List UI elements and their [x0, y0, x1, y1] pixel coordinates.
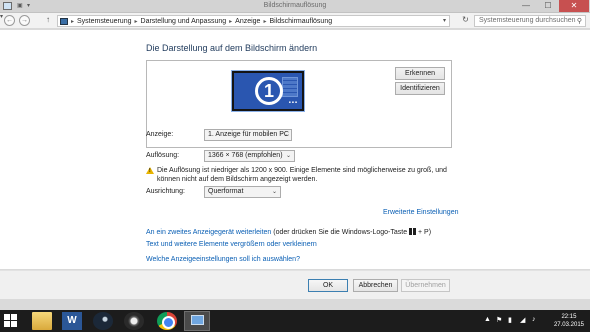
- orientation-label: Ausrichtung:: [146, 188, 185, 195]
- monitor-1-tile[interactable]: 1 ▪▪▪: [231, 70, 305, 112]
- breadcrumb-separator[interactable]: ▸: [229, 18, 232, 25]
- action-center-flag-icon[interactable]: ⚑: [496, 316, 502, 324]
- start-button-windows-icon[interactable]: [4, 314, 18, 328]
- word-icon[interactable]: W: [62, 312, 82, 330]
- dialog-footer: OK Abbrechen Übernehmen: [0, 271, 590, 299]
- monitor-dots: ▪▪▪: [288, 100, 298, 106]
- project-hint-shortcut: + P): [418, 229, 432, 236]
- window-title: Bildschirmauflösung: [263, 2, 327, 9]
- file-explorer-icon[interactable]: [32, 312, 52, 330]
- chevron-down-icon: ⌄: [285, 153, 291, 159]
- clock-time: 22:15: [561, 314, 577, 320]
- breadcrumb-item[interactable]: Systemsteuerung: [77, 18, 131, 25]
- monitor-number: 1: [255, 77, 283, 105]
- windows-logo-icon: [409, 228, 417, 235]
- refresh-icon[interactable]: ↻: [460, 15, 471, 27]
- chevron-down-icon: ⌄: [271, 189, 277, 195]
- identify-button[interactable]: Identifizieren: [395, 82, 445, 95]
- minimize-button[interactable]: —: [515, 0, 537, 12]
- wifi-icon[interactable]: ◢: [520, 316, 525, 324]
- breadcrumb-item[interactable]: Bildschirmauflösung: [269, 18, 332, 25]
- recent-pages-chevron-icon[interactable]: ▾: [0, 14, 3, 20]
- chevron-down-icon: ⌄: [282, 132, 288, 138]
- resolution-select[interactable]: 1366 × 768 (empfohlen) ⌄: [204, 150, 295, 162]
- close-button[interactable]: ✕: [559, 0, 589, 12]
- display-label: Anzeige:: [146, 131, 174, 138]
- chrome-icon[interactable]: [157, 312, 177, 330]
- resolution-label: Auflösung:: [146, 152, 180, 159]
- page-title: Die Darstellung auf dem Bildschirm änder…: [146, 43, 318, 53]
- taskbar: W ▲ ⚑ ▮ ◢ ♪ 22:15 27.03.2015: [0, 310, 590, 332]
- resolution-select-value: 1366 × 768 (empfohlen): [208, 152, 283, 159]
- breadcrumb-separator[interactable]: ▸: [135, 18, 138, 25]
- control-panel-task-icon[interactable]: [184, 311, 210, 331]
- breadcrumb-item[interactable]: Anzeige: [235, 18, 260, 25]
- orientation-select-value: Querformat: [208, 188, 244, 195]
- search-placeholder: Systemsteuerung durchsuchen: [479, 17, 576, 24]
- project-hint: (oder drücken Sie die Windows-Logo-Taste: [273, 229, 408, 236]
- address-bar: ← → ▾ ↑ ▸ Systemsteuerung ▸ Darstellung …: [0, 13, 590, 29]
- detect-button[interactable]: Erkennen: [395, 67, 445, 80]
- resolution-warning: Die Auflösung ist niedriger als 1200 x 9…: [157, 167, 447, 183]
- steam-icon[interactable]: [93, 312, 113, 330]
- warning-icon: !: [146, 167, 154, 174]
- display-preview: 1 ▪▪▪ Erkennen Identifizieren: [146, 60, 452, 148]
- forward-button[interactable]: →: [19, 15, 30, 26]
- display-select[interactable]: 1. Anzeige für mobilen PC ⌄: [204, 129, 292, 141]
- up-button[interactable]: ↑: [46, 15, 50, 24]
- battery-icon[interactable]: ▮: [508, 316, 512, 324]
- search-icon[interactable]: ⚲: [577, 17, 582, 25]
- display-settings-help-link[interactable]: Welche Anzeigeeinstellungen soll ich aus…: [146, 256, 300, 263]
- project-second-display-row: An ein zweites Anzeigegerät weiterleiten…: [146, 228, 431, 236]
- advanced-settings-link[interactable]: Erweiterte Einstellungen: [383, 209, 459, 216]
- breadcrumb-separator[interactable]: ▸: [71, 18, 74, 25]
- control-panel-icon: [60, 17, 68, 25]
- breadcrumb-item[interactable]: Darstellung und Anpassung: [141, 18, 227, 25]
- apply-button[interactable]: Übernehmen: [401, 279, 450, 292]
- monitor-grid-graphic: [282, 77, 298, 97]
- address-dropdown-icon[interactable]: ▾: [443, 17, 446, 24]
- project-second-display-link[interactable]: An ein zweites Anzeigegerät weiterleiten: [146, 229, 271, 236]
- volume-icon[interactable]: ♪: [532, 316, 536, 323]
- cancel-button[interactable]: Abbrechen: [353, 279, 398, 292]
- tray-overflow-icon[interactable]: ▲: [484, 316, 491, 323]
- maximize-button[interactable]: ☐: [537, 0, 559, 12]
- breadcrumb-separator[interactable]: ▸: [263, 18, 266, 25]
- ok-button[interactable]: OK: [308, 279, 348, 292]
- breadcrumb[interactable]: ▸ Systemsteuerung ▸ Darstellung und Anpa…: [57, 15, 450, 27]
- title-bar: ▣ ▾ Bildschirmauflösung — ☐ ✕: [0, 0, 590, 13]
- display-select-value: 1. Anzeige für mobilen PC: [208, 131, 289, 138]
- clock-date: 27.03.2015: [553, 322, 584, 328]
- orientation-select[interactable]: Querformat ⌄: [204, 186, 281, 198]
- search-input[interactable]: Systemsteuerung durchsuchen ⚲: [474, 15, 586, 27]
- clock[interactable]: 22:15 27.03.2015: [554, 313, 584, 329]
- back-button[interactable]: ←: [4, 15, 15, 26]
- recorder-icon[interactable]: [124, 312, 144, 330]
- text-size-link[interactable]: Text und weitere Elemente vergrößern ode…: [146, 241, 317, 248]
- main-content: Die Darstellung auf dem Bildschirm änder…: [0, 30, 590, 299]
